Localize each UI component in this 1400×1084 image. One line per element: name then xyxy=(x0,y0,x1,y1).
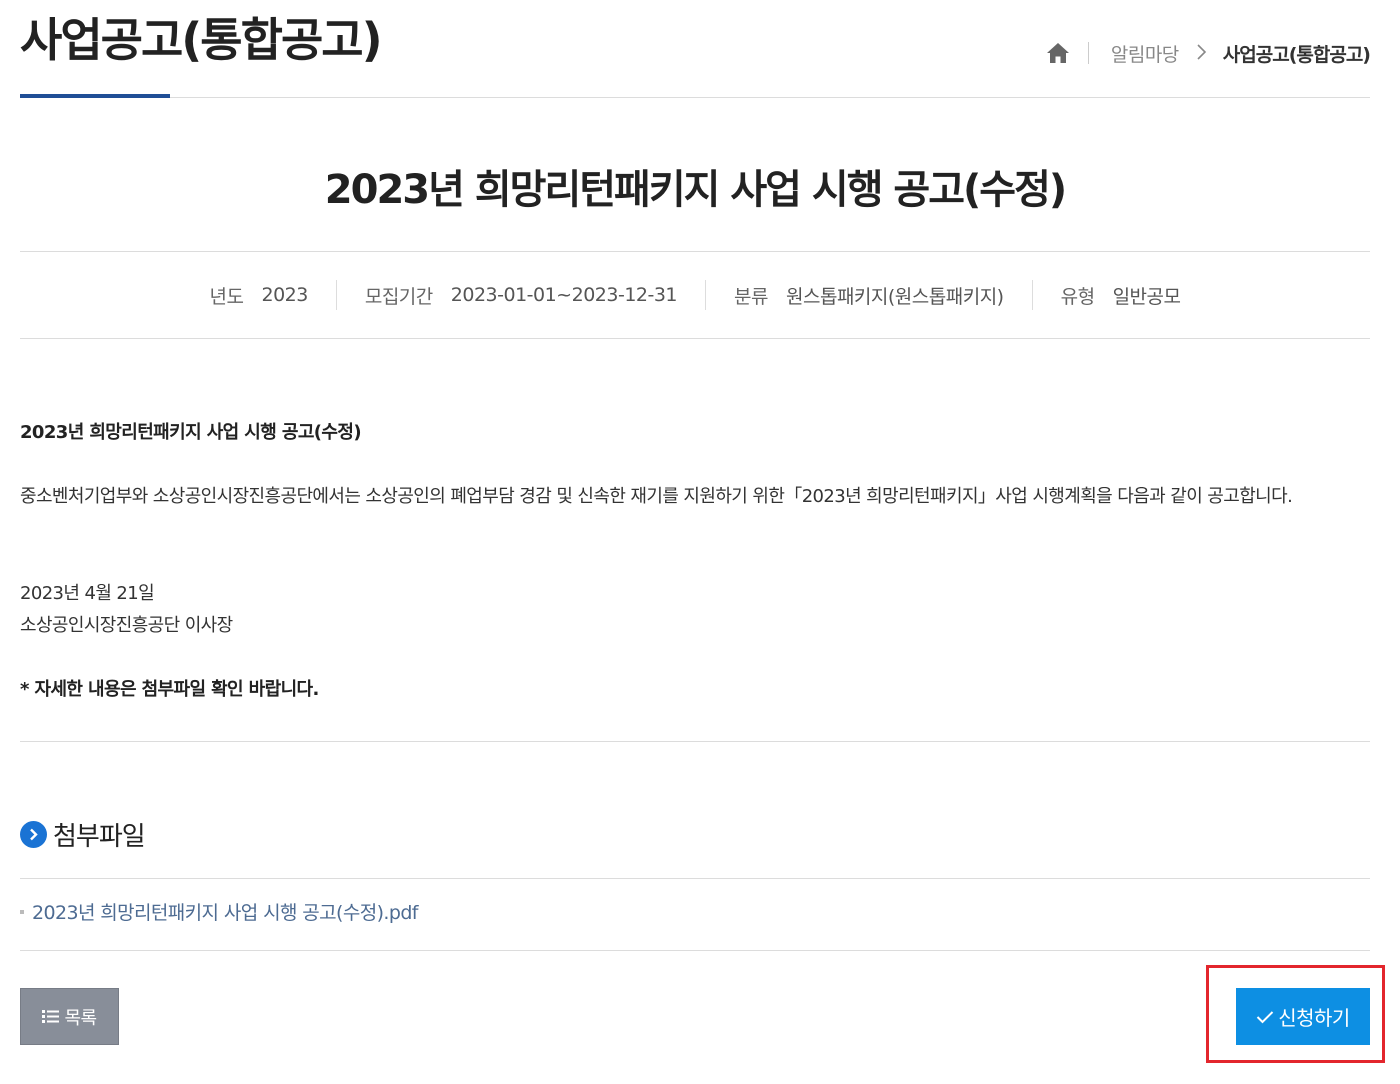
body-heading: 2023년 희망리턴패키지 사업 시행 공고(수정) xyxy=(20,422,362,443)
meta-divider-line xyxy=(20,338,1370,339)
page-title: 사업공고(통합공고) xyxy=(20,13,383,67)
meta-type-value: 일반공모 xyxy=(1112,285,1181,308)
post-title: 2023년 희망리턴패키지 사업 시행 공고(수정) xyxy=(324,167,1067,213)
meta-category: 분류 원스톱패키지(원스톱패키지) xyxy=(706,282,1032,309)
meta-year-value: 2023 xyxy=(261,284,308,306)
list-button-label: 목록 xyxy=(64,1007,97,1029)
body-divider xyxy=(20,741,1370,742)
list-button[interactable]: 목록 xyxy=(20,988,119,1045)
apply-button-label: 신청하기 xyxy=(1278,1006,1350,1030)
meta-category-value: 원스톱패키지(원스톱패키지) xyxy=(786,285,1004,308)
title-accent-bar xyxy=(20,94,170,98)
meta-period: 모집기간 2023-01-01~2023-12-31 xyxy=(337,282,705,309)
attachment-file-name: 2023년 희망리턴패키지 사업 시행 공고(수정).pdf xyxy=(32,902,418,924)
body-date: 2023년 4월 21일 xyxy=(20,583,155,604)
attachments-top-divider xyxy=(20,878,1370,879)
breadcrumb: 알림마당 사업공고(통합공고) xyxy=(1046,36,1371,70)
attachment-file-link[interactable]: 2023년 희망리턴패키지 사업 시행 공고(수정).pdf xyxy=(20,898,418,925)
meta-category-label: 분류 xyxy=(734,285,768,308)
check-icon xyxy=(1256,1010,1274,1024)
meta-year: 년도 2023 xyxy=(182,282,336,309)
apply-button[interactable]: 신청하기 xyxy=(1236,988,1370,1045)
attachments-bottom-divider xyxy=(20,950,1370,951)
attachments-heading: 첨부파일 xyxy=(20,816,146,853)
body-notice: * 자세한 내용은 첨부파일 확인 바랍니다. xyxy=(20,679,319,700)
attachments-heading-label: 첨부파일 xyxy=(53,822,146,852)
chevron-circle-right-icon xyxy=(20,821,47,848)
body-intro: 중소벤처기업부와 소상공인시장진흥공단에서는 소상공인의 폐업부담 경감 및 신… xyxy=(20,486,1293,507)
body-signer: 소상공인시장진흥공단 이사장 xyxy=(20,615,233,636)
post-meta: 년도 2023 모집기간 2023-01-01~2023-12-31 분류 원스… xyxy=(20,278,1370,312)
chevron-right-icon xyxy=(1197,41,1207,65)
bullet-icon xyxy=(20,909,24,914)
meta-period-value: 2023-01-01~2023-12-31 xyxy=(450,284,678,306)
meta-year-label: 년도 xyxy=(209,285,244,308)
list-icon xyxy=(42,1009,60,1024)
breadcrumb-divider xyxy=(1087,42,1089,64)
breadcrumb-current: 사업공고(통합공고) xyxy=(1222,43,1371,66)
meta-type: 유형 일반공모 xyxy=(1033,282,1209,309)
meta-period-label: 모집기간 xyxy=(364,285,433,308)
title-divider xyxy=(20,97,1370,98)
post-title-divider xyxy=(20,251,1370,252)
home-icon[interactable] xyxy=(1046,42,1070,64)
breadcrumb-parent-link[interactable]: 알림마당 xyxy=(1111,40,1179,67)
meta-type-label: 유형 xyxy=(1060,285,1095,308)
